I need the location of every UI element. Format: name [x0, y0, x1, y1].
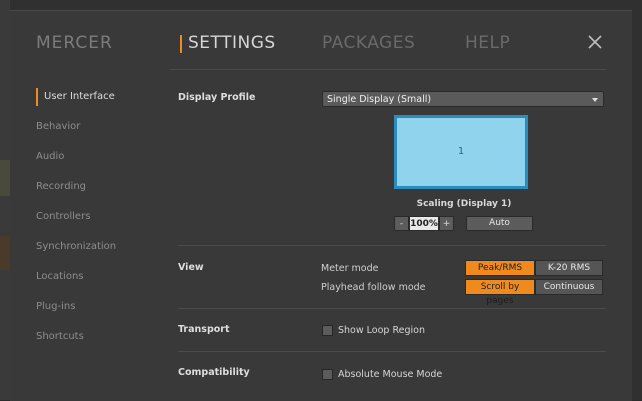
show-loop-region-label: Show Loop Region — [338, 325, 425, 336]
playhead-continuous-option[interactable]: Continuous — [535, 279, 603, 295]
show-loop-region-checkbox[interactable] — [322, 325, 333, 336]
playhead-follow-label: Playhead follow mode — [321, 282, 426, 293]
absolute-mouse-label: Absolute Mouse Mode — [338, 369, 443, 380]
display-profile-select[interactable]: Single Display (Small) — [322, 91, 604, 107]
scale-auto-button[interactable]: Auto — [466, 216, 533, 231]
display-profile-label: Display Profile — [178, 92, 256, 103]
display-monitor-preview[interactable]: 1 — [394, 115, 528, 189]
view-section-label: View — [178, 262, 204, 273]
playhead-scroll-pages-option[interactable]: Scroll by pages — [465, 279, 535, 306]
transport-section-label: Transport — [178, 324, 230, 335]
absolute-mouse-checkbox[interactable] — [322, 369, 333, 380]
settings-dialog: MERCER SETTINGS PACKAGES HELP User Inter… — [10, 10, 632, 401]
compatibility-section-label: Compatibility — [178, 367, 250, 378]
settings-sidebar: User Interface Behavior Audio Recording … — [36, 86, 166, 356]
close-icon[interactable] — [586, 33, 604, 51]
sidebar-item-shortcuts[interactable]: Shortcuts — [36, 326, 166, 356]
tab-packages[interactable]: PACKAGES — [322, 33, 415, 53]
sidebar-item-synchronization[interactable]: Synchronization — [36, 236, 166, 266]
sidebar-item-recording[interactable]: Recording — [36, 176, 166, 206]
scaling-label: Scaling (Display 1) — [416, 199, 512, 209]
backdrop-track-strip — [0, 160, 10, 196]
sidebar-item-plug-ins[interactable]: Plug-ins — [36, 296, 166, 326]
section-divider — [178, 308, 606, 309]
display-profile-value: Single Display (Small) — [327, 94, 432, 105]
sidebar-item-behavior[interactable]: Behavior — [36, 116, 166, 146]
meter-mode-peak-rms-option[interactable]: Peak/RMS — [465, 260, 535, 276]
meter-mode-label: Meter mode — [321, 263, 379, 274]
dialog-header: MERCER SETTINGS PACKAGES HELP — [10, 11, 632, 69]
chevron-down-icon — [592, 98, 598, 102]
tab-settings[interactable]: SETTINGS — [180, 33, 276, 53]
tab-help[interactable]: HELP — [465, 33, 510, 53]
section-divider — [178, 351, 606, 352]
backdrop-left-strip — [0, 0, 10, 400]
scale-increase-button[interactable]: + — [439, 216, 454, 231]
sidebar-item-locations[interactable]: Locations — [36, 266, 166, 296]
app-name: MERCER — [36, 33, 113, 53]
backdrop-track-strip — [0, 236, 10, 270]
sidebar-item-user-interface[interactable]: User Interface — [36, 86, 166, 116]
monitor-number: 1 — [457, 146, 465, 157]
meter-mode-k20-option[interactable]: K-20 RMS — [535, 260, 603, 276]
section-divider — [178, 245, 606, 246]
header-divider — [170, 69, 606, 70]
sidebar-item-controllers[interactable]: Controllers — [36, 206, 166, 236]
scale-decrease-button[interactable]: - — [394, 216, 409, 231]
scale-value-field[interactable]: 100% — [409, 216, 439, 231]
sidebar-item-audio[interactable]: Audio — [36, 146, 166, 176]
